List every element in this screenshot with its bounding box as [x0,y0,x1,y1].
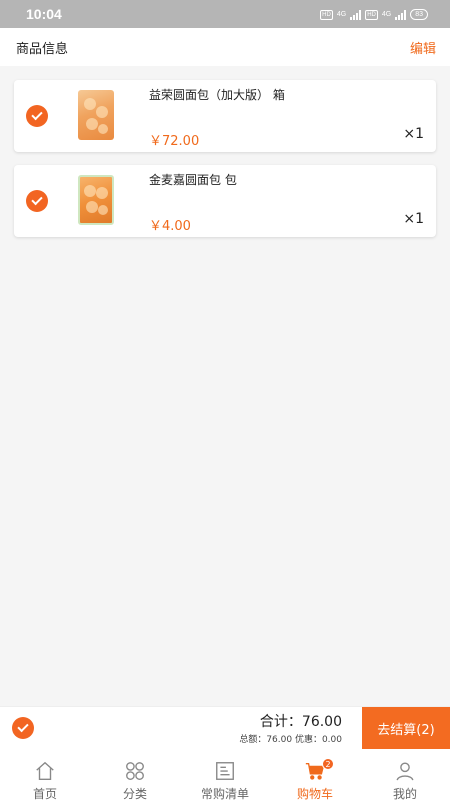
hd-icon: HD [320,9,333,20]
page-title: 商品信息 [16,42,69,57]
home-icon [36,761,54,780]
tab-label: 我的 [392,787,417,800]
hd-icon-2: HD [365,9,378,20]
signal-icon-2 [395,9,407,20]
page-header: 商品信息 编辑 [0,28,450,66]
edit-button[interactable]: 编辑 [410,38,436,57]
tab-frequent-list[interactable]: 常购清单 [180,754,270,800]
product-quantity: ×1 [403,126,424,142]
user-icon [396,762,414,781]
status-indicators: HD 4G HD 4G 83 [320,9,428,20]
category-icon [126,762,144,780]
select-all-checkbox-icon[interactable] [12,717,34,739]
product-quantity: ×1 [403,211,424,227]
tab-home[interactable]: 首页 [0,754,90,800]
product-name[interactable]: 金麦嘉圆面包 包 [149,171,237,188]
cart-item[interactable]: 金麦嘉圆面包 包 ￥4.00 ×1 [14,165,436,237]
tab-category[interactable]: 分类 [90,754,180,800]
product-image[interactable] [78,175,114,225]
status-bar: 10:04 HD 4G HD 4G 83 [0,0,450,28]
item-checkbox-checked-icon[interactable] [26,105,48,127]
total-value: 76.00 [301,714,342,730]
bottom-tab-bar: 首页 分类 常购清单 2 购物车 我的 [0,754,450,800]
status-time: 10:04 [26,6,62,22]
total-amount: 合计：76.00 [260,711,342,731]
cart-list: 益荣圆面包（加大版） 箱 ￥72.00 ×1 金麦嘉圆面包 包 ￥4.00 ×1 [0,66,450,706]
item-checkbox-checked-icon[interactable] [26,190,48,212]
product-price: ￥4.00 [149,219,191,234]
cart-item[interactable]: 益荣圆面包（加大版） 箱 ￥72.00 ×1 [14,80,436,152]
network-type-2: 4G [381,11,392,18]
network-type: 4G [336,11,347,18]
list-icon [216,762,234,780]
signal-icon [350,9,362,20]
tab-label: 首页 [32,787,57,800]
tab-cart[interactable]: 2 购物车 [270,754,360,800]
product-image[interactable] [78,90,114,140]
tab-label: 购物车 [296,787,333,800]
cart-count-badge: 2 [322,758,334,770]
product-name[interactable]: 益荣圆面包（加大版） 箱 [149,86,285,103]
subtotal-discount: 总额：76.00 优惠：0.00 [239,735,342,745]
tab-label: 分类 [122,787,147,800]
tab-mine[interactable]: 我的 [360,754,450,800]
checkout-button[interactable]: 去结算(2) [362,707,450,749]
product-price: ￥72.00 [149,134,200,149]
total-label: 合计： [259,714,302,730]
cart-summary-bar: 合计：76.00 总额：76.00 优惠：0.00 去结算(2) [0,706,450,749]
battery-icon: 83 [410,9,428,20]
tab-label: 常购清单 [200,787,249,800]
